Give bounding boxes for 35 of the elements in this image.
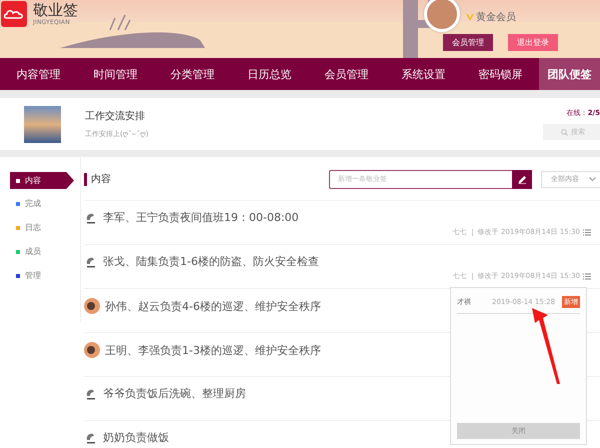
sidebar-item[interactable]: 成员 bbox=[10, 241, 80, 262]
note-text[interactable]: 奶奶负责做饭 bbox=[103, 430, 169, 445]
pencil-icon bbox=[518, 174, 526, 184]
chevron-down-icon bbox=[589, 177, 596, 181]
nav-tab[interactable]: 密码锁屏 bbox=[462, 58, 539, 90]
group-title: 工作交流安排 bbox=[85, 110, 146, 123]
edit-button[interactable] bbox=[512, 170, 532, 188]
sidebar-item[interactable]: 完成 bbox=[10, 193, 80, 214]
sidebar-item[interactable]: 日志 bbox=[10, 217, 80, 238]
nav-tab[interactable]: 会员管理 bbox=[308, 58, 385, 90]
brand-name: 敬业签 bbox=[33, 1, 78, 19]
photo-placeholder bbox=[24, 106, 61, 142]
search-icon bbox=[561, 128, 568, 136]
avatar-icon bbox=[84, 342, 100, 358]
cloud-logo-icon bbox=[1, 1, 27, 27]
nav-tab[interactable]: 内容管理 bbox=[0, 58, 77, 90]
list-icon[interactable] bbox=[583, 272, 591, 280]
header-button[interactable]: 会员管理 bbox=[443, 34, 493, 51]
nav-tab[interactable]: 团队便签 bbox=[539, 58, 600, 90]
nav-tab[interactable]: 分类管理 bbox=[154, 58, 231, 90]
note-text[interactable]: 爷爷负责饭后洗碗、整理厨房 bbox=[103, 386, 246, 401]
note-text[interactable]: 张戈、陆集负责1-6楼的防盗、防火安全检查 bbox=[103, 254, 319, 269]
arrow-icon bbox=[531, 307, 561, 385]
note-text[interactable]: 李军、王宁负责夜间值班19：00-08:00 bbox=[103, 210, 299, 225]
list-icon[interactable] bbox=[583, 228, 591, 236]
nav-tab[interactable]: 时间管理 bbox=[77, 58, 154, 90]
user-avatar[interactable] bbox=[424, 0, 460, 32]
sidebar-item[interactable]: 管理 bbox=[10, 265, 80, 286]
nav-tab[interactable]: 日历总览 bbox=[231, 58, 308, 90]
member-level: 黄金会员 bbox=[466, 10, 516, 24]
note-text[interactable]: 孙伟、赵云负责4-6楼的巡逻、维护安全秩序 bbox=[105, 298, 321, 314]
sidebar-item[interactable]: 内容 bbox=[10, 172, 74, 189]
avatar-icon bbox=[84, 298, 100, 314]
nav-tab[interactable]: 系统设置 bbox=[385, 58, 462, 90]
note-text[interactable]: 王明、李强负责1-3楼的巡逻、维护安全秩序 bbox=[105, 342, 321, 358]
